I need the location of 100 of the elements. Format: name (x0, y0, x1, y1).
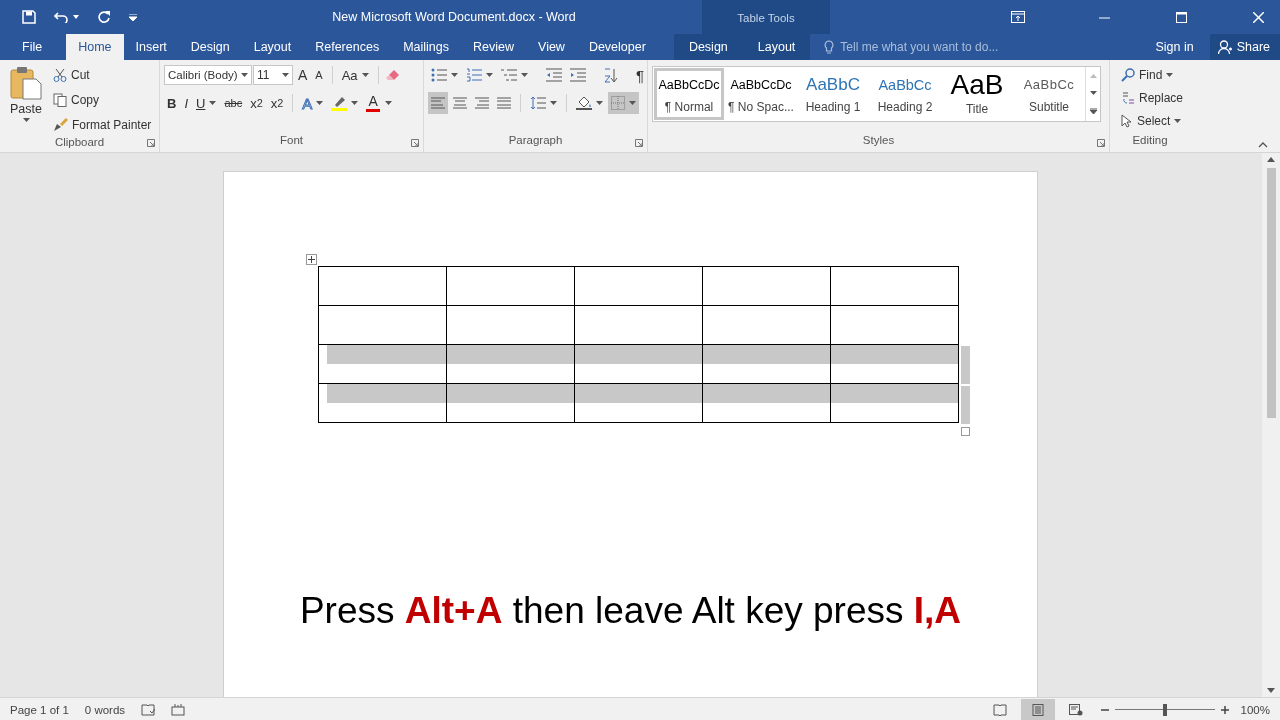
underline-button[interactable]: U (193, 92, 220, 114)
lightbulb-icon[interactable] (824, 39, 835, 55)
caret-icon[interactable] (1166, 72, 1174, 78)
strikethrough-button[interactable]: abc (221, 92, 246, 114)
caret-icon[interactable] (550, 100, 557, 106)
caret-icon[interactable] (22, 118, 30, 122)
font-color-button[interactable]: A (363, 92, 384, 114)
page-icon[interactable] (1030, 703, 1045, 716)
person-icon[interactable] (1217, 40, 1232, 54)
ribbon-tab[interactable]: References (303, 34, 392, 60)
dialog-launcher-icon[interactable] (635, 139, 643, 147)
vertical-scrollbar[interactable] (1262, 153, 1280, 697)
change-case-button[interactable]: Aa (338, 64, 372, 86)
show-marks-button[interactable]: ¶ (633, 64, 648, 86)
table-cell[interactable] (574, 266, 703, 306)
caret-icon[interactable] (1174, 118, 1182, 124)
scroll-thumb[interactable] (1266, 168, 1276, 418)
table-cell[interactable] (446, 305, 575, 345)
shrink-font-button[interactable]: A (312, 64, 326, 86)
macro-record-icon[interactable] (171, 703, 186, 716)
book-icon[interactable] (992, 703, 1007, 716)
caret-icon[interactable] (385, 100, 393, 106)
tell-me-field[interactable]: Tell me what you want to do... (840, 40, 999, 54)
table-cell[interactable] (318, 266, 447, 306)
undo-icon[interactable] (54, 11, 69, 23)
table-cell[interactable] (830, 344, 959, 384)
ribbon-tab[interactable]: View (526, 34, 577, 60)
table-cell[interactable] (318, 305, 447, 345)
scroll-down-icon[interactable] (1267, 688, 1275, 693)
table-cell[interactable] (446, 383, 575, 423)
table-cell[interactable] (702, 383, 831, 423)
ribbon-tab[interactable]: Review (461, 34, 526, 60)
table-cell[interactable] (318, 383, 447, 423)
ribbon-tab[interactable]: File (0, 34, 63, 60)
grow-font-button[interactable]: A (295, 64, 311, 86)
dialog-launcher-icon[interactable] (411, 139, 419, 147)
more-icon[interactable] (1089, 108, 1097, 115)
caret-icon[interactable] (351, 100, 359, 106)
table-cell[interactable] (446, 266, 575, 306)
view-button[interactable] (1020, 698, 1055, 720)
caret-icon[interactable] (209, 100, 217, 106)
highlighter-icon[interactable] (331, 95, 348, 111)
caret-icon[interactable] (282, 72, 289, 78)
zoom-in-icon[interactable] (1220, 705, 1229, 714)
customize-icon[interactable] (129, 13, 137, 21)
table-cell[interactable] (574, 305, 703, 345)
table-cell[interactable] (702, 344, 831, 384)
pointer-icon[interactable] (1121, 114, 1133, 128)
zoom-slider-thumb[interactable] (1162, 703, 1167, 716)
ribbon-tab[interactable]: Home (66, 34, 124, 60)
format-painter-button[interactable]: Format Painter (50, 114, 155, 136)
dialog-launcher-icon[interactable] (1097, 139, 1105, 147)
ribbon-tab[interactable]: Design (673, 34, 743, 60)
table-cell[interactable] (446, 344, 575, 384)
ribbon-tab[interactable]: Design (178, 34, 242, 60)
scroll-up-icon[interactable] (1267, 157, 1275, 162)
table-cell[interactable] (702, 266, 831, 306)
style-item[interactable]: AaBbCcDc ¶ Normal (653, 67, 725, 121)
caret-icon[interactable] (73, 15, 79, 19)
caret-icon[interactable] (241, 72, 248, 78)
search-icon[interactable] (1121, 68, 1135, 82)
select-button[interactable]: Select (1118, 110, 1190, 132)
table-cell[interactable] (574, 344, 703, 384)
line-spacing-icon[interactable] (530, 96, 546, 110)
table-cell[interactable] (318, 344, 447, 384)
sign-in-link[interactable]: Sign in (1149, 39, 1200, 55)
paintbrush-icon[interactable] (53, 118, 68, 132)
copy-button[interactable]: Copy (50, 89, 155, 111)
clipboard-icon[interactable] (10, 66, 42, 100)
caret-icon[interactable] (361, 72, 369, 78)
bold-button[interactable]: B (164, 92, 180, 114)
ribbon-display-icon[interactable] (1011, 11, 1025, 23)
scissors-icon[interactable] (53, 68, 67, 82)
word-count[interactable]: 0 words (84, 703, 126, 716)
table-cell[interactable] (830, 383, 959, 423)
web-page-icon[interactable] (1068, 703, 1083, 716)
table-resize-handle[interactable] (961, 427, 970, 436)
find-button[interactable]: Find (1118, 64, 1190, 86)
bullet-list-icon[interactable] (431, 68, 447, 82)
proofing-icon[interactable] (141, 703, 156, 716)
maximize-icon[interactable] (1176, 11, 1187, 23)
ribbon-tab[interactable]: Layout (241, 34, 304, 60)
page-count[interactable]: Page 1 of 1 (10, 703, 69, 716)
share-button[interactable]: Share (1209, 34, 1280, 60)
caret-icon[interactable] (486, 72, 493, 78)
copy-icon[interactable] (53, 93, 67, 107)
table-move-handle-icon[interactable] (306, 254, 317, 265)
font-size-field[interactable]: 11 (253, 65, 293, 85)
italic-button[interactable]: I (181, 92, 191, 114)
dialog-launcher-icon[interactable] (147, 139, 155, 147)
table-cell[interactable] (702, 305, 831, 345)
ribbon-tab[interactable]: Insert (123, 34, 179, 60)
ribbon-tab[interactable]: Mailings (391, 34, 461, 60)
caret-icon[interactable] (521, 72, 528, 78)
close-icon[interactable] (1253, 11, 1264, 23)
cut-button[interactable]: Cut (50, 64, 155, 86)
table-cell[interactable] (830, 266, 959, 306)
save-icon[interactable] (22, 10, 36, 24)
multilevel-list-icon[interactable] (501, 68, 517, 82)
collapse-ribbon-icon[interactable] (1258, 142, 1268, 148)
